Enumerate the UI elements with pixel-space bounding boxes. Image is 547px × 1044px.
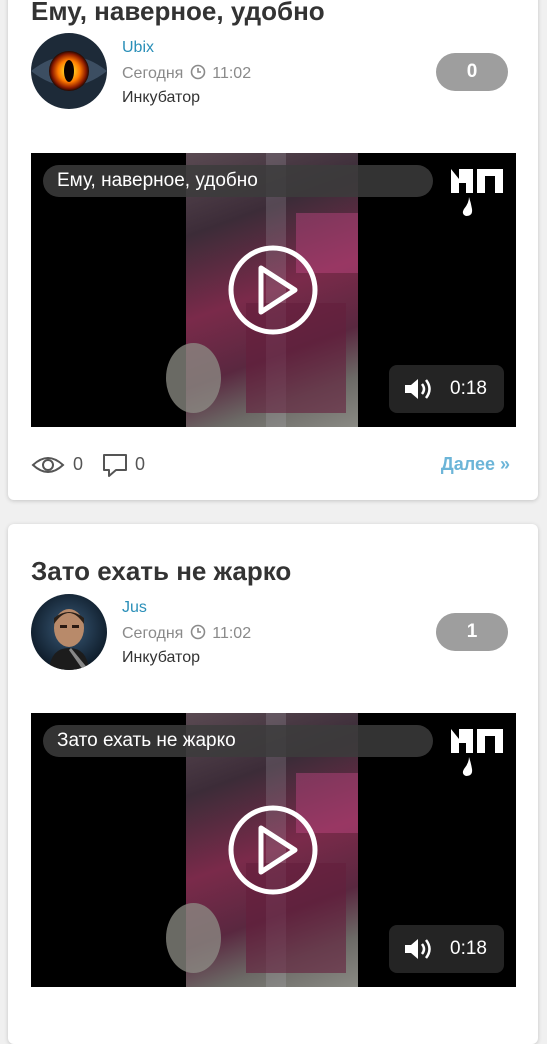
post-title[interactable]: Зато ехать не жарко <box>31 556 291 587</box>
video-title: Зато ехать не жарко <box>43 725 433 757</box>
play-icon[interactable] <box>227 244 319 336</box>
post-time: 11:02 <box>212 65 252 82</box>
yap-logo <box>451 169 503 216</box>
yap-logo <box>451 729 503 776</box>
eye-icon <box>31 457 65 473</box>
post-title[interactable]: Ему, наверное, удобно <box>31 0 325 27</box>
volume-icon[interactable] <box>404 937 434 961</box>
author-avatar[interactable] <box>31 33 107 109</box>
post-date: Сегодня 11:02 <box>122 624 251 643</box>
volume-control[interactable]: 0:18 <box>389 925 504 973</box>
author-name[interactable]: Ubix <box>122 39 154 57</box>
video-player[interactable]: Ему, наверное, удобно 0:18 <box>31 153 516 427</box>
read-more-link[interactable]: Далее » <box>441 454 510 475</box>
video-player[interactable]: Зато ехать не жарко 0:18 <box>31 713 516 987</box>
video-duration: 0:18 <box>450 378 487 399</box>
post-category[interactable]: Инкубатор <box>122 649 200 667</box>
video-title: Ему, наверное, удобно <box>43 165 433 197</box>
post-date-label: Сегодня <box>122 65 184 82</box>
author-name[interactable]: Jus <box>122 599 147 617</box>
volume-icon[interactable] <box>404 377 434 401</box>
post-date-label: Сегодня <box>122 625 184 642</box>
post-card: Ему, наверное, удобно Ubix Сегодня 11:02… <box>8 0 538 500</box>
clock-icon <box>190 64 206 80</box>
post-category[interactable]: Инкубатор <box>122 89 200 107</box>
comment-count[interactable]: 0 <box>135 454 145 475</box>
clock-icon <box>190 624 206 640</box>
post-footer: 0 0 Далее » <box>31 450 516 480</box>
post-date: Сегодня 11:02 <box>122 64 251 83</box>
comment-icon[interactable] <box>101 452 129 478</box>
view-count: 0 <box>73 454 84 474</box>
volume-control[interactable]: 0:18 <box>389 365 504 413</box>
post-card: Зато ехать не жарко Jus Сегодня 11:02 Ин… <box>8 524 538 1044</box>
rating-badge[interactable]: 0 <box>436 53 508 91</box>
video-duration: 0:18 <box>450 938 487 959</box>
post-time: 11:02 <box>212 625 252 642</box>
author-avatar[interactable] <box>31 594 107 670</box>
rating-badge[interactable]: 1 <box>436 613 508 651</box>
play-icon[interactable] <box>227 804 319 896</box>
